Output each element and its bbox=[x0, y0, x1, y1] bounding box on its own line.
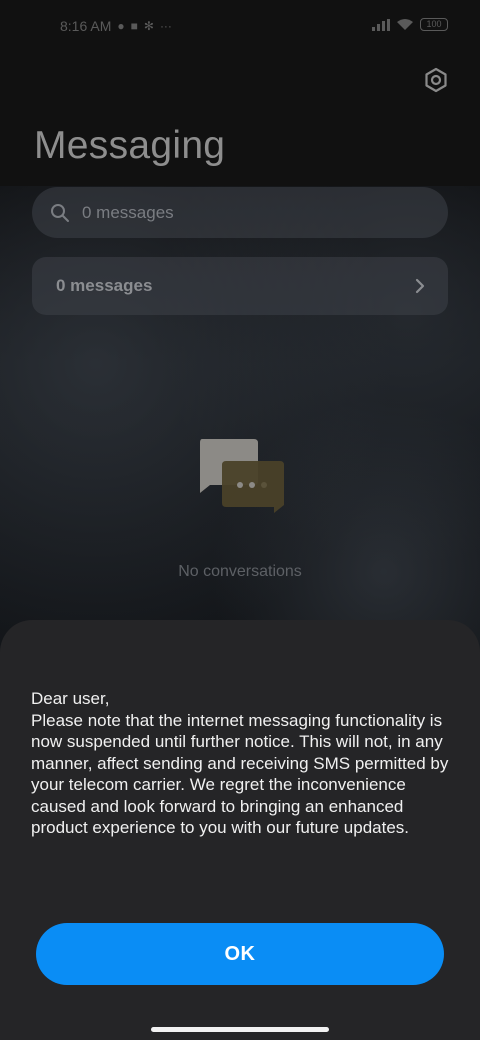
settings-button[interactable] bbox=[420, 64, 452, 96]
home-indicator[interactable] bbox=[151, 1027, 329, 1032]
dialog-message: Dear user, Please note that the internet… bbox=[31, 689, 449, 837]
more-notifications-icon: ··· bbox=[159, 19, 172, 33]
settings-notification-icon: ✻ bbox=[143, 19, 154, 33]
ok-button[interactable]: OK bbox=[36, 923, 444, 985]
chevron-right-icon bbox=[415, 278, 425, 294]
notice-dialog: Dear user, Please note that the internet… bbox=[0, 620, 480, 1040]
notification-icon: ● bbox=[117, 19, 125, 33]
wifi-icon bbox=[397, 19, 413, 30]
status-left: 8:16 AM ● ■ ✻ ··· bbox=[60, 18, 172, 34]
search-placeholder: 0 messages bbox=[82, 202, 174, 222]
signal-icon bbox=[372, 18, 390, 31]
status-time: 8:16 AM bbox=[60, 18, 112, 34]
page-title: Messaging bbox=[34, 124, 226, 167]
search-bar[interactable]: 0 messages bbox=[32, 187, 448, 238]
search-icon bbox=[51, 203, 69, 222]
status-bar: 8:16 AM ● ■ ✻ ··· 100 bbox=[0, 0, 480, 56]
battery-icon: 100 bbox=[420, 18, 448, 31]
chat-bubbles-icon bbox=[200, 439, 284, 513]
messages-row-label: 0 messages bbox=[56, 276, 153, 295]
app-notification-icon: ■ bbox=[130, 19, 138, 33]
empty-state-text: No conversations bbox=[178, 563, 302, 580]
settings-gear-icon bbox=[425, 67, 447, 93]
status-right: 100 bbox=[372, 18, 448, 31]
messages-row[interactable]: 0 messages bbox=[32, 257, 448, 315]
